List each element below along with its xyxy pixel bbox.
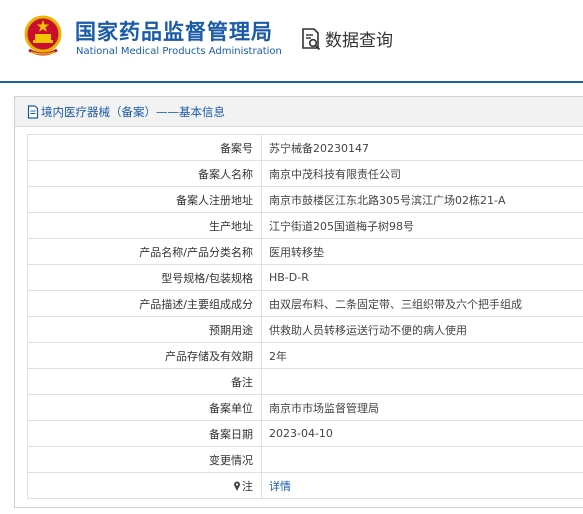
table-row: 型号规格/包装规格 HB-D-R bbox=[27, 264, 583, 291]
field-value: 江宁街道205国道梅子树98号 bbox=[261, 212, 583, 239]
table-row: 备案人名称 南京中茂科技有限责任公司 bbox=[27, 160, 583, 187]
field-label: 备案号 bbox=[27, 134, 262, 161]
field-label: 备案人注册地址 bbox=[27, 186, 262, 213]
record-table: 备案号 苏宁械备20230147 备案人名称 南京中茂科技有限责任公司 备案人注… bbox=[27, 134, 583, 499]
field-value: 医用转移垫 bbox=[261, 238, 583, 265]
document-search-icon bbox=[302, 27, 321, 50]
table-row: 变更情况 bbox=[27, 446, 583, 473]
table-row: 备案号 苏宁械备20230147 bbox=[27, 134, 583, 161]
field-value: 南京市市场监督管理局 bbox=[261, 394, 583, 421]
details-link[interactable]: 详情 bbox=[269, 480, 291, 493]
field-label: 备注 bbox=[27, 368, 262, 395]
field-label: 型号规格/包装规格 bbox=[27, 264, 262, 291]
table-row: 备注 bbox=[27, 368, 583, 395]
table-row: 备案单位 南京市市场监督管理局 bbox=[27, 394, 583, 421]
table-row: 预期用途 供救助人员转移运送行动不便的病人使用 bbox=[27, 316, 583, 343]
record-panel: 境内医疗器械（备案）——基本信息 备案号 苏宁械备20230147 备案人名称 … bbox=[14, 96, 583, 508]
header-divider bbox=[283, 20, 284, 56]
table-row: 生产地址 江宁街道205国道梅子树98号 bbox=[27, 212, 583, 239]
note-label-cell: 注 bbox=[27, 472, 262, 499]
table-row: 备案日期 2023-04-10 bbox=[27, 420, 583, 447]
data-query-link[interactable]: 数据查询 bbox=[300, 26, 393, 51]
table-row: 产品描述/主要组成成分 由双层布料、二条固定带、三组织带及六个把手组成 bbox=[27, 290, 583, 317]
panel-header: 境内医疗器械（备案）——基本信息 bbox=[15, 97, 583, 127]
pin-icon bbox=[234, 481, 240, 491]
data-query-label: 数据查询 bbox=[325, 31, 393, 51]
table-row: 产品存储及有效期 2年 bbox=[27, 342, 583, 369]
field-value: 2023-04-10 bbox=[261, 420, 583, 447]
field-label: 生产地址 bbox=[27, 212, 262, 239]
table-row: 产品名称/产品分类名称 医用转移垫 bbox=[27, 238, 583, 265]
field-value: 2年 bbox=[261, 342, 583, 369]
site-logo-title[interactable]: 国家药品监督管理局 bbox=[75, 16, 273, 46]
field-label: 预期用途 bbox=[27, 316, 262, 343]
field-value: 苏宁械备20230147 bbox=[261, 134, 583, 161]
note-value-cell: 详情 bbox=[261, 472, 583, 499]
field-label: 注 bbox=[242, 479, 253, 493]
table-row: 备案人注册地址 南京市鼓楼区江东北路305号滨江广场02栋21-A bbox=[27, 186, 583, 213]
field-value bbox=[261, 368, 583, 395]
national-emblem-icon bbox=[24, 15, 62, 56]
panel-title: 境内医疗器械（备案）——基本信息 bbox=[41, 104, 225, 119]
field-label: 产品描述/主要组成成分 bbox=[27, 290, 262, 317]
site-header: 国家药品监督管理局 National Medical Products Admi… bbox=[0, 0, 583, 83]
field-label: 产品存储及有效期 bbox=[27, 342, 262, 369]
field-label: 产品名称/产品分类名称 bbox=[27, 238, 262, 265]
document-icon bbox=[27, 104, 39, 119]
header-bottom-rule bbox=[0, 81, 583, 83]
field-value: 供救助人员转移运送行动不便的病人使用 bbox=[261, 316, 583, 343]
field-value: 由双层布料、二条固定带、三组织带及六个把手组成 bbox=[261, 290, 583, 317]
table-row: 注 详情 bbox=[27, 472, 583, 499]
field-value: HB-D-R bbox=[261, 264, 583, 291]
field-value: 南京中茂科技有限责任公司 bbox=[261, 160, 583, 187]
field-value bbox=[261, 446, 583, 473]
field-label: 备案人名称 bbox=[27, 160, 262, 187]
field-label: 备案日期 bbox=[27, 420, 262, 447]
field-label: 备案单位 bbox=[27, 394, 262, 421]
site-logo-subtitle: National Medical Products Administration bbox=[76, 46, 282, 57]
field-label: 变更情况 bbox=[27, 446, 262, 473]
field-value: 南京市鼓楼区江东北路305号滨江广场02栋21-A bbox=[261, 186, 583, 213]
